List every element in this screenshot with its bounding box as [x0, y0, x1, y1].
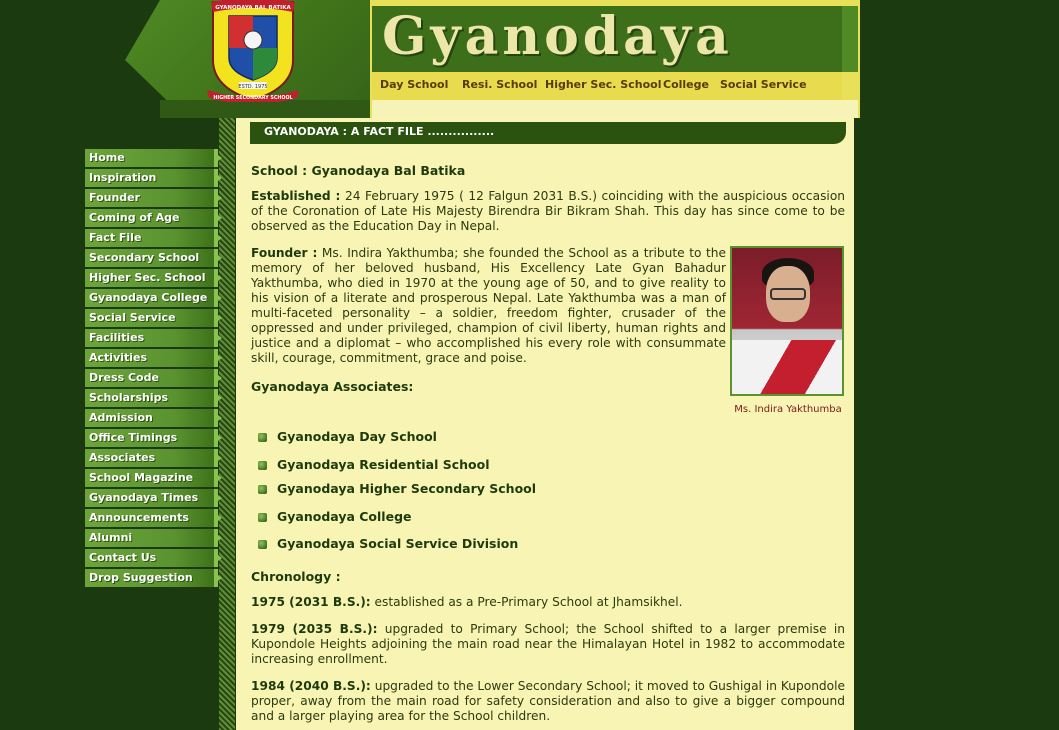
chronology-year: 1975 (2031 B.S.):	[251, 595, 371, 609]
founder-text: Ms. Indira Yakthumba; she founded the Sc…	[251, 246, 726, 365]
sidebar-item-social-service-division[interactable]: Social Service Division	[85, 309, 222, 342]
sidebar-item-alumni[interactable]: Alumni	[85, 529, 222, 547]
bullet-icon	[258, 485, 267, 494]
header-left-band	[160, 100, 370, 118]
associate-label: Gyanodaya Social Service Division	[277, 536, 519, 551]
sidebar-item-office-timings[interactable]: Office Timings	[85, 429, 222, 447]
sidebar-item-contact-us[interactable]: Contact Us	[85, 549, 222, 567]
founder-label: Founder :	[251, 246, 318, 260]
sidebar-item-activities[interactable]: Activities	[85, 349, 222, 367]
associate-item[interactable]: Gyanodaya College	[258, 509, 412, 524]
nav-higher-sec-school[interactable]: Higher Sec. School	[545, 78, 661, 91]
nav-day-school[interactable]: Day School	[380, 78, 448, 91]
associate-item[interactable]: Gyanodaya Social Service Division	[258, 536, 518, 551]
emblem-top-text: GYANODAYA BAL BATIKA	[215, 5, 291, 11]
sidebar-item-fact-file[interactable]: Fact File	[85, 229, 222, 247]
sidebar-item-drop-suggestion[interactable]: Drop Suggestion	[85, 569, 222, 587]
founder-photo	[730, 246, 844, 396]
chronology-entry: 1984 (2040 B.S.): upgraded to the Lower …	[251, 679, 845, 724]
chronology-year: 1984 (2040 B.S.):	[251, 679, 371, 693]
chronology-year: 1979 (2035 B.S.):	[251, 622, 378, 636]
sidebar-item-founder[interactable]: Founder	[85, 189, 222, 207]
page-title: GYANODAYA : A FACT FILE ................	[264, 125, 495, 138]
header-foot	[372, 100, 858, 118]
bullet-icon	[258, 433, 267, 442]
sidebar-item-scholarships[interactable]: Scholarships	[85, 389, 222, 407]
chronology-text: established as a Pre-Primary School at J…	[374, 595, 683, 609]
founder-paragraph: Founder : Ms. Indira Yakthumba; she foun…	[251, 246, 726, 366]
sidebar-item-gyanodaya-college[interactable]: Gyanodaya College	[85, 289, 222, 307]
nav-college[interactable]: College	[663, 78, 709, 91]
school-name-line: School : Gyanodaya Bal Batika	[251, 163, 466, 178]
photo-glasses	[770, 288, 806, 300]
sidebar-item-coming-of-age[interactable]: Coming of Age	[85, 209, 222, 227]
emblem-bottom-text: HIGHER SECONDARY SCHOOL	[213, 95, 292, 101]
sidebar-item-inspiration[interactable]: Inspiration	[85, 169, 222, 187]
associate-item[interactable]: Gyanodaya Higher Secondary School	[258, 481, 536, 496]
chronology-entry: 1975 (2031 B.S.): established as a Pre-P…	[251, 595, 845, 610]
header-stripe	[842, 6, 858, 72]
associate-label: Gyanodaya Day School	[277, 429, 437, 444]
established-text: 24 February 1975 ( 12 Falgun 2031 B.S.) …	[251, 189, 846, 233]
sidebar-item-dress-code[interactable]: Dress Code	[85, 369, 222, 387]
sidebar-item-secondary-school[interactable]: Secondary School	[85, 249, 222, 267]
nav-social-service[interactable]: Social Service	[720, 78, 807, 91]
chronology-heading: Chronology :	[251, 569, 341, 584]
associates-heading: Gyanodaya Associates:	[251, 379, 414, 394]
chronology-entry: 1979 (2035 B.S.): upgraded to Primary Sc…	[251, 622, 845, 667]
associate-label: Gyanodaya Residential School	[277, 457, 490, 472]
sidebar-item-associates[interactable]: Associates	[85, 449, 222, 467]
established-paragraph: Established : 24 February 1975 ( 12 Falg…	[251, 189, 845, 234]
sidebar-item-higher-sec-school[interactable]: Higher Sec. School	[85, 269, 222, 287]
sidebar-menu: Home Inspiration Founder Coming of Age F…	[85, 149, 225, 589]
school-emblem-icon: GYANODAYA BAL BATIKA ESTD. 1975 HIGHER S…	[207, 0, 299, 102]
photo-caption: Ms. Indira Yakthumba	[734, 404, 842, 415]
sidebar-item-announcements[interactable]: Announcements	[85, 509, 222, 527]
emblem-estd-text: ESTD. 1975	[238, 84, 267, 90]
nav-resi-school[interactable]: Resi. School	[462, 78, 537, 91]
established-label: Established :	[251, 189, 341, 203]
sidebar-item-facilities[interactable]: Facilities	[85, 329, 222, 347]
bullet-icon	[258, 461, 267, 470]
sidebar-item-gyanodaya-times[interactable]: Gyanodaya Times	[85, 489, 222, 507]
photo-sari	[732, 340, 842, 394]
page: GYANODAYA BAL BATIKA ESTD. 1975 HIGHER S…	[0, 0, 1059, 730]
bullet-icon	[258, 513, 267, 522]
associate-label: Gyanodaya College	[277, 509, 412, 524]
sidebar-item-school-magazine[interactable]: School Magazine	[85, 469, 222, 487]
associate-label: Gyanodaya Higher Secondary School	[277, 481, 537, 496]
sidebar-item-admission-procedure[interactable]: Admission Procedure	[85, 409, 222, 442]
sidebar-item-home[interactable]: Home	[85, 149, 222, 167]
page-title-bar: GYANODAYA : A FACT FILE ................	[250, 122, 846, 144]
bullet-icon	[258, 540, 267, 549]
site-logo-text[interactable]: Gyanodaya	[382, 2, 822, 72]
associate-item[interactable]: Gyanodaya Day School	[258, 429, 437, 444]
associate-item[interactable]: Gyanodaya Residential School	[258, 457, 490, 472]
